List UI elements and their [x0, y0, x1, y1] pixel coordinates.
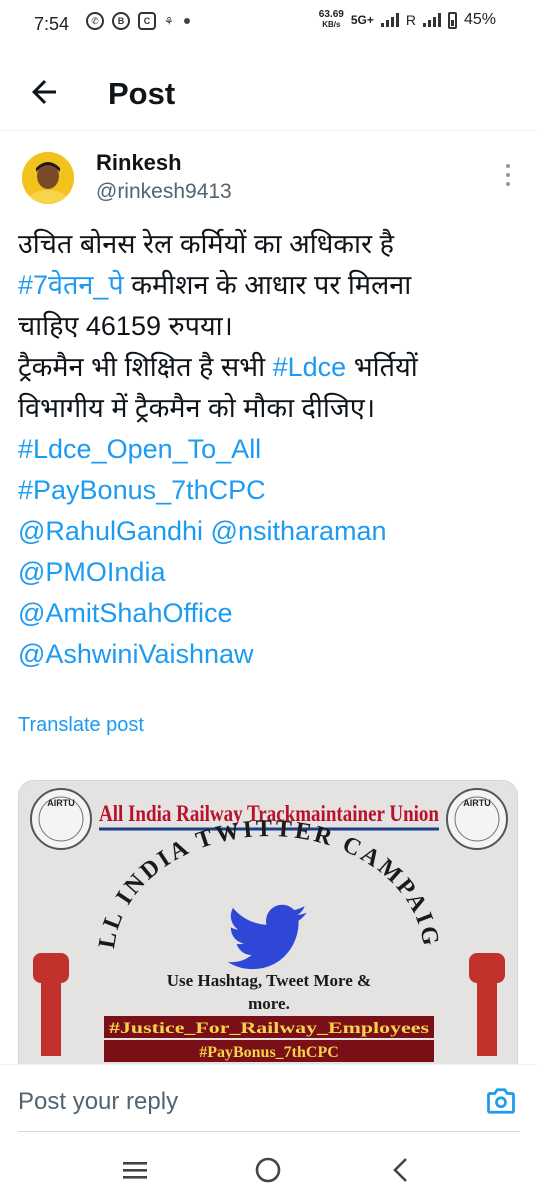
hashtag-link[interactable]: #Ldce: [273, 352, 347, 382]
recent-apps-icon[interactable]: [117, 1152, 153, 1188]
logo-text: AIRTU: [47, 798, 75, 808]
notification-icons: ✆ B C ⚘: [86, 12, 190, 30]
more-options-icon[interactable]: [500, 164, 516, 188]
post-line: #7वेतन_पे कमीशन के आधार पर मिलना: [18, 270, 412, 300]
post-line: @PMOIndia: [18, 552, 528, 593]
author-name[interactable]: Rinkesh: [96, 150, 182, 176]
b-app-icon: B: [112, 12, 130, 30]
post-line: @AshwiniVaishnaw: [18, 634, 528, 675]
hashtag-link[interactable]: #PayBonus_7thCPC: [18, 475, 266, 505]
mention-link[interactable]: @nsitharaman: [211, 516, 387, 546]
post-line: @AmitShahOffice: [18, 593, 528, 634]
header: Post: [0, 56, 538, 131]
network-type: 5G+: [350, 13, 374, 27]
c-app-icon: C: [138, 12, 156, 30]
battery-icon: [447, 11, 457, 29]
avatar[interactable]: [22, 152, 74, 204]
hashtag-link[interactable]: #7वेतन_पे: [18, 270, 124, 300]
union-logo-right: AIRTU: [446, 788, 508, 850]
post-text: उचित बोनस रेल कर्मियों का अधिकार है #7वे…: [18, 224, 528, 675]
hashtag-link[interactable]: #Ldce_Open_To_All: [18, 434, 261, 464]
app-notification-icon: ⚘: [164, 15, 174, 28]
status-bar: 7:54 ✆ B C ⚘ 63.69 KB/s 5G+ R 45%: [0, 0, 538, 50]
post-line: चाहिए 46159 रुपया।: [18, 311, 233, 341]
whatsapp-icon: ✆: [86, 12, 104, 30]
instruction-line: more.: [248, 994, 290, 1013]
status-right: 63.69 KB/s 5G+ R 45%: [319, 10, 496, 30]
signal-icon-2: [422, 13, 441, 27]
roaming-indicator: R: [405, 12, 416, 28]
network-speed: 63.69 KB/s: [318, 9, 344, 30]
reply-input[interactable]: Post your reply: [18, 1088, 178, 1116]
mention-link[interactable]: @RahulGandhi: [18, 516, 203, 546]
back-nav-icon[interactable]: [384, 1152, 420, 1188]
mention-link[interactable]: @AshwiniVaishnaw: [18, 639, 254, 669]
reply-bar: Post your reply: [0, 1064, 538, 1141]
post-line: ट्रैकमैन भी शिक्षित है सभी #Ldce भर्तियो…: [18, 352, 418, 382]
arrow-left-icon[interactable]: [26, 74, 62, 110]
logo-text: AIRTU: [463, 798, 491, 808]
status-time: 7:54: [34, 14, 70, 34]
mention-link[interactable]: @AmitShahOffice: [18, 598, 233, 628]
post-line: #Ldce_Open_To_All: [18, 429, 528, 470]
system-nav-bar: [0, 1140, 538, 1200]
page-title: Post: [108, 76, 176, 111]
instruction-line: Use Hashtag, Tweet More &: [167, 971, 371, 990]
more-notifications-icon: [183, 18, 190, 24]
post-line: @RahulGandhi @nsitharaman: [18, 511, 528, 552]
post-image[interactable]: AIRTU AIRTU All India Railway Trackmaint…: [18, 780, 518, 1070]
mention-link[interactable]: @PMOIndia: [18, 557, 165, 587]
union-logo-left: AIRTU: [30, 788, 92, 850]
divider: [18, 1131, 520, 1132]
battery-percent: 45%: [463, 11, 496, 28]
camera-icon[interactable]: [486, 1087, 516, 1115]
post-line: विभागीय में ट्रैकमैन को मौका दीजिए।: [18, 393, 376, 423]
signal-icon: [380, 13, 399, 27]
poster-hashtag: #Justice_For_Railway_Employees: [109, 1020, 429, 1037]
poster-hashtag: #PayBonus_7thCPC: [199, 1044, 339, 1061]
home-icon[interactable]: [250, 1152, 286, 1188]
post-line: उचित बोनस रेल कर्मियों का अधिकार है: [18, 229, 394, 259]
post-line: #PayBonus_7thCPC: [18, 470, 528, 511]
translate-post-link[interactable]: Translate post: [18, 714, 144, 737]
campaign-poster: AIRTU AIRTU All India Railway Trackmaint…: [19, 781, 517, 1069]
author-handle[interactable]: @rinkesh9413: [96, 180, 232, 204]
